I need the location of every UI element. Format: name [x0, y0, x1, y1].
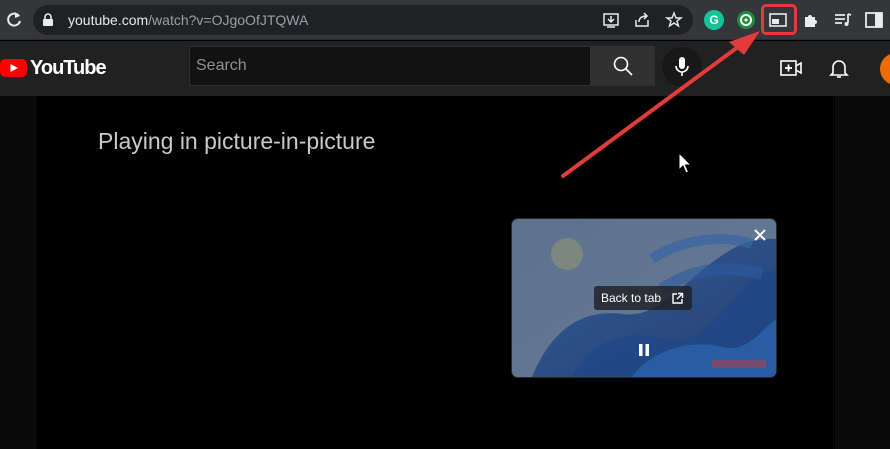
extensions-puzzle-icon[interactable] — [801, 10, 821, 30]
page-background-left — [0, 96, 35, 449]
pause-icon[interactable] — [637, 343, 651, 357]
mic-icon — [675, 57, 689, 76]
video-watermark — [712, 360, 766, 368]
side-panel-icon[interactable] — [864, 10, 884, 30]
green-extension-icon[interactable] — [736, 10, 756, 30]
grammarly-extension-icon[interactable]: G — [704, 10, 724, 30]
voice-search-button[interactable] — [662, 47, 702, 87]
avatar[interactable] — [880, 53, 890, 85]
open-in-tab-icon — [672, 292, 684, 304]
back-to-tab-button[interactable]: Back to tab — [594, 286, 693, 310]
url-text: youtube.com/watch?v=OJgoOfJTQWA — [68, 12, 309, 28]
youtube-wordmark: YouTube — [30, 56, 107, 79]
notifications-bell-icon[interactable] — [827, 56, 851, 80]
youtube-play-logo-icon — [0, 59, 27, 77]
picture-in-picture-window[interactable]: Back to tab — [512, 219, 776, 377]
back-to-tab-label: Back to tab — [601, 291, 662, 305]
browser-toolbar: youtube.com/watch?v=OJgoOfJTQWA G — [0, 0, 890, 40]
create-video-icon[interactable] — [779, 56, 803, 80]
annotation-highlight-box — [761, 4, 797, 35]
youtube-logo[interactable]: YouTube — [0, 56, 107, 80]
search-box — [189, 46, 591, 86]
address-bar[interactable]: youtube.com/watch?v=OJgoOfJTQWA — [33, 5, 693, 35]
search-icon — [613, 56, 633, 76]
media-queue-icon[interactable] — [833, 10, 853, 30]
reload-icon[interactable] — [4, 9, 24, 31]
pip-status-message: Playing in picture-in-picture — [98, 128, 376, 154]
lock-icon[interactable] — [41, 13, 55, 27]
page-background-right — [835, 96, 890, 449]
install-app-icon[interactable] — [602, 11, 620, 29]
search-button[interactable] — [591, 46, 655, 86]
share-icon[interactable] — [633, 11, 651, 29]
youtube-header: YouTube — [0, 41, 890, 96]
bookmark-star-icon[interactable] — [664, 11, 684, 29]
close-icon[interactable] — [752, 227, 768, 243]
search-input[interactable] — [190, 47, 590, 85]
